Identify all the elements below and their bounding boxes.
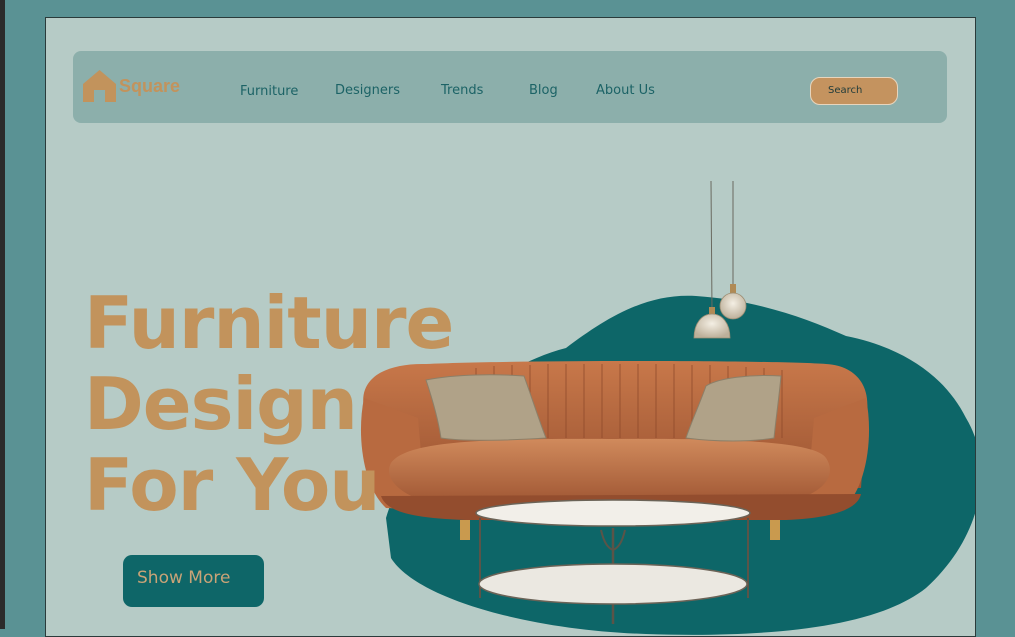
pendant-lamp-right — [719, 284, 747, 320]
search-input[interactable]: Search — [810, 77, 898, 105]
house-icon — [83, 70, 116, 102]
design-canvas: Square Furniture Designers Trends Blog A… — [45, 17, 976, 637]
nav-item-blog[interactable]: Blog — [529, 83, 558, 98]
nav-item-furniture[interactable]: Furniture — [240, 84, 298, 99]
hero-title-line: For You — [84, 443, 381, 527]
nav-item-trends[interactable]: Trends — [441, 83, 483, 98]
nav-item-about-us[interactable]: About Us — [596, 83, 655, 98]
window-edge — [0, 0, 5, 629]
nav-item-designers[interactable]: Designers — [335, 83, 400, 98]
brand-name: Square — [119, 75, 181, 96]
hero-title-line: Furniture — [84, 281, 454, 365]
brand-logo[interactable]: Square — [83, 69, 180, 103]
top-navbar: Square Furniture Designers Trends Blog A… — [73, 51, 947, 123]
hero-title: Furniture Design For You — [84, 281, 454, 527]
hero-title-line: Design — [84, 362, 358, 446]
show-more-button[interactable]: Show More — [123, 555, 264, 607]
